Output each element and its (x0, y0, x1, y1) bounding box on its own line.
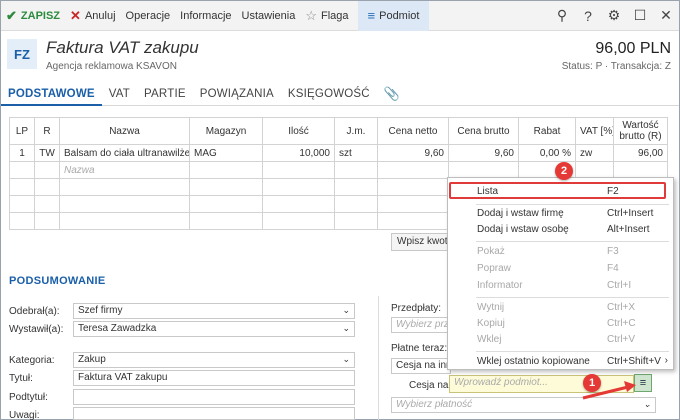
step-badge-2: 2 (555, 162, 573, 180)
annotation-arrow (582, 381, 636, 400)
step-badge-1: 1 (583, 374, 601, 392)
